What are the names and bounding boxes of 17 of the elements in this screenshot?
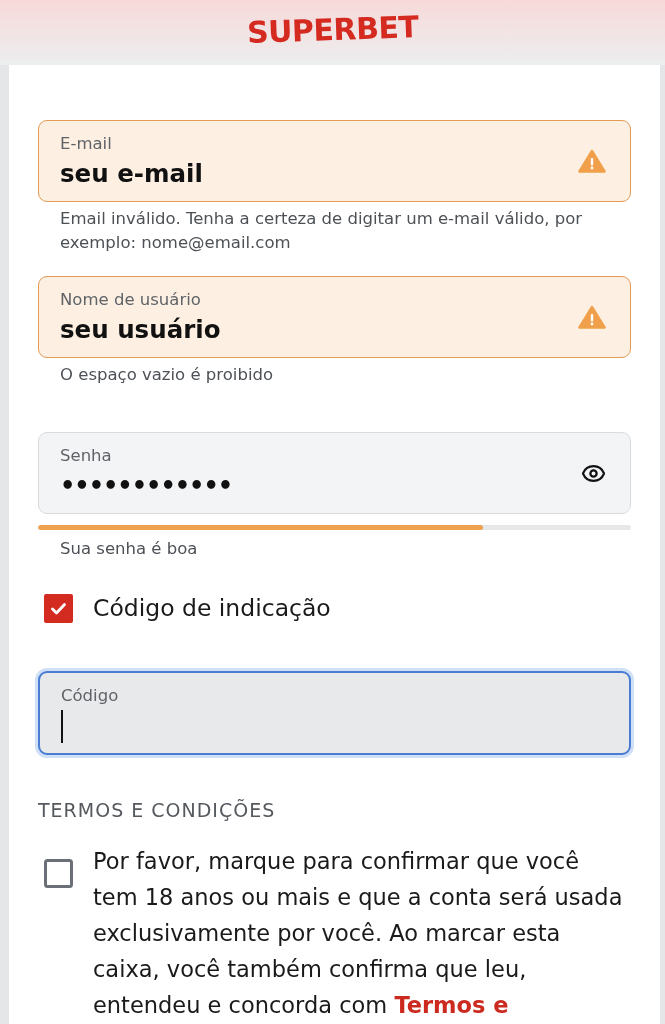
error-message: Email inválido. Tenha a certeza de digitar um e-mail válido, por exemplo: nome@email.com (59, 208, 584, 254)
input-field[interactable]: E-mail seu e-mail (38, 120, 631, 202)
checkbox[interactable] (44, 593, 73, 623)
terms-link[interactable]: Termos e (394, 992, 509, 1018)
password-field[interactable]: Senha •••••••••••• (38, 432, 631, 514)
checkbox-label: Código de indicação (93, 593, 331, 623)
text-cursor-icon (61, 710, 63, 743)
section-heading: TERMOS E CONDIÇÕES (38, 798, 277, 823)
error-message: O espaço vazio é proibido (59, 364, 275, 386)
logo[interactable]: SUPERBET (246, 8, 419, 51)
terms-text: Por favor, marque para confirmar que você tem 18 anos ou mais e que a conta será usada exclusivamente por você. Ao marcar esta caixa, você também confirma que leu, entendeu e concorda com Termos e (93, 847, 624, 1020)
checkbox[interactable] (44, 859, 73, 888)
input-field[interactable]: Nome de usuário seu usuário (38, 276, 631, 358)
password-strength-text: Sua senha é boa (59, 538, 199, 560)
warning-icon (578, 149, 606, 173)
code-input-field[interactable]: Código (38, 671, 631, 755)
warning-icon (578, 305, 606, 329)
